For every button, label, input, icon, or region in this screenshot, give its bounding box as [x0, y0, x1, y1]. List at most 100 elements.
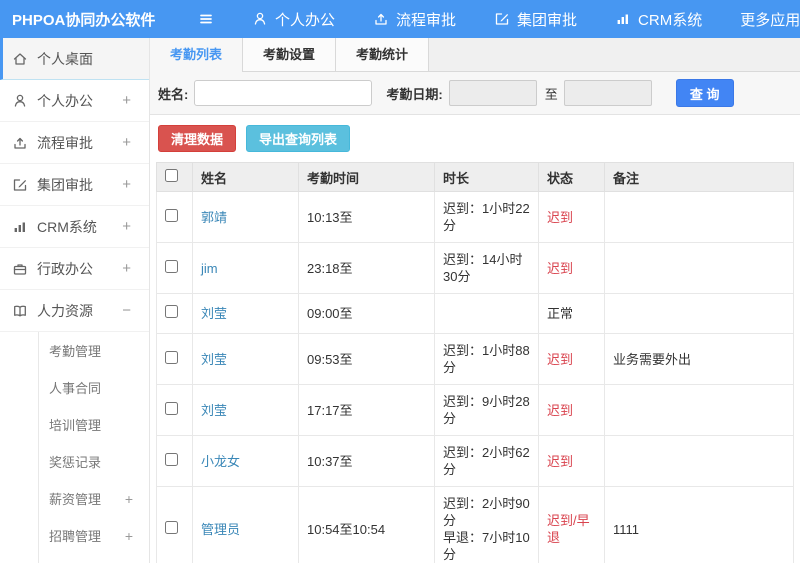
nav-item-label: 集团审批: [517, 11, 578, 29]
expand-plus-icon[interactable]: +: [122, 92, 131, 109]
attendance-time: 10:13至: [298, 191, 435, 243]
sidebar-subitem-考勤管理[interactable]: 考勤管理: [39, 332, 149, 369]
nav-item-个人办公[interactable]: 个人办公: [252, 9, 335, 30]
query-button[interactable]: 查 询: [675, 79, 734, 107]
note: 1111: [604, 486, 794, 563]
sidebar-subitem-招聘管理[interactable]: 招聘管理 +: [39, 517, 149, 554]
row-checkbox[interactable]: [165, 350, 178, 364]
column-header-姓名: 姓名: [192, 162, 299, 192]
sidebar-item-流程审批[interactable]: 流程审批 +: [0, 122, 149, 164]
nav-item-流程审批[interactable]: 流程审批: [373, 9, 456, 30]
employee-name-link[interactable]: 小龙女: [201, 454, 240, 469]
sidebar-item-CRM系统[interactable]: CRM系统 +: [0, 206, 149, 248]
attendance-time: 10:54至10:54: [298, 486, 435, 563]
submenu-人力资源: 考勤管理人事合同培训管理奖惩记录薪资管理+招聘管理+人事管理+基础类别设置+: [38, 332, 149, 563]
duration: 迟到：2小时62分: [434, 435, 539, 487]
chart-icon: [615, 11, 631, 27]
employee-name-link[interactable]: 管理员: [201, 522, 240, 537]
employee-name-link[interactable]: jim: [201, 261, 218, 276]
top-nav: 个人办公 流程审批 集团审批 CRM系统 更多应用: [214, 9, 800, 30]
sidebar-item-个人办公[interactable]: 个人办公 +: [0, 80, 149, 122]
sidebar-subitem-人事合同[interactable]: 人事合同: [39, 369, 149, 406]
table-row: 刘莹 09:00至 正常: [156, 293, 794, 334]
sidebar-subitem-label: 考勤管理: [49, 344, 102, 359]
menu-toggle-button[interactable]: [198, 11, 214, 27]
tab-考勤列表[interactable]: 考勤列表: [150, 38, 244, 72]
sidebar-subitem-label: 培训管理: [49, 418, 102, 433]
sidebar-item-label: 集团审批: [37, 176, 93, 193]
sidebar-item-label: 流程审批: [37, 134, 93, 151]
duration: 迟到：14小时30分: [434, 242, 539, 294]
duration: 迟到：2小时90分 早退：7小时10分: [434, 486, 539, 563]
nav-item-label: 个人办公: [275, 11, 336, 29]
attendance-time: 09:00至: [298, 293, 435, 334]
duration: [434, 293, 539, 334]
row-checkbox[interactable]: [165, 401, 178, 415]
row-checkbox[interactable]: [165, 259, 178, 273]
attendance-time: 10:37至: [298, 435, 435, 487]
nav-item-更多应用[interactable]: 更多应用: [740, 9, 800, 30]
person-icon: [252, 11, 268, 27]
expand-plus-icon[interactable]: +: [125, 528, 133, 544]
row-checkbox[interactable]: [165, 208, 178, 222]
column-header-备注: 备注: [604, 162, 794, 192]
table-row: 刘莹 17:17至 迟到：9小时28分 迟到: [156, 384, 794, 436]
row-checkbox[interactable]: [165, 452, 178, 466]
export-list-button[interactable]: 导出查询列表: [246, 125, 351, 152]
status-label: 正常: [538, 293, 605, 334]
sidebar-item-行政办公[interactable]: 行政办公 +: [0, 248, 149, 290]
tab-考勤设置[interactable]: 考勤设置: [243, 38, 337, 71]
date-end-input[interactable]: [563, 80, 652, 106]
employee-name-link[interactable]: 郭靖: [201, 210, 227, 225]
employee-name-link[interactable]: 刘莹: [201, 403, 227, 418]
note: 业务需要外出: [604, 333, 794, 385]
sidebar-item-label: 个人办公: [37, 92, 93, 109]
duration: 迟到：9小时28分: [434, 384, 539, 436]
sidebar-subitem-奖惩记录[interactable]: 奖惩记录: [39, 443, 149, 480]
nav-item-label: 更多应用: [740, 11, 800, 29]
sidebar: 个人桌面 个人办公 + 流程审批 + 集团审批 + CRM系统 + 行政办公 + 人力资源 − 考勤管理人…: [0, 38, 150, 563]
sidebar-item-人力资源[interactable]: 人力资源 −: [0, 290, 149, 332]
column-header-时长: 时长: [434, 162, 539, 192]
book-icon: [12, 303, 28, 319]
table-row: 管理员 10:54至10:54 迟到：2小时90分 早退：7小时10分 迟到/早退 111…: [156, 486, 794, 563]
sidebar-item-个人桌面[interactable]: 个人桌面: [0, 38, 149, 80]
sidebar-item-集团审批[interactable]: 集团审批 +: [0, 164, 149, 206]
employee-name-link[interactable]: 刘莹: [201, 306, 227, 321]
sidebar-subitem-培训管理[interactable]: 培训管理: [39, 406, 149, 443]
sidebar-item-label: CRM系统: [37, 218, 97, 235]
select-all-checkbox[interactable]: [165, 169, 178, 182]
to-label: 至: [544, 86, 558, 102]
sidebar-subitem-薪资管理[interactable]: 薪资管理 +: [39, 480, 149, 517]
row-checkbox[interactable]: [165, 520, 178, 534]
column-header-状态: 状态: [538, 162, 605, 192]
expand-plus-icon[interactable]: +: [122, 218, 131, 235]
search-bar: 姓名: 考勤日期: 至 查 询: [150, 72, 800, 115]
nav-item-CRM系统[interactable]: CRM系统: [615, 9, 702, 30]
nav-item-label: CRM系统: [638, 11, 703, 29]
note: [604, 242, 794, 294]
app-logo: PHPOA协同办公软件: [12, 11, 156, 29]
expand-plus-icon[interactable]: +: [122, 134, 131, 151]
expand-plus-icon[interactable]: +: [122, 260, 131, 277]
sidebar-item-label: 人力资源: [37, 302, 93, 319]
nav-item-集团审批[interactable]: 集团审批: [494, 9, 577, 30]
note: [604, 384, 794, 436]
sidebar-subitem-人事管理[interactable]: 人事管理+: [39, 554, 149, 563]
status-label: 迟到: [538, 191, 605, 243]
main-panel: 考勤列表 考勤设置 考勤统计 姓名: 考勤日期: 至 查 询 清理数据 导出查询列表…: [150, 38, 800, 563]
clean-data-button[interactable]: 清理数据: [158, 125, 237, 152]
expand-plus-icon[interactable]: +: [125, 491, 133, 507]
collapse-minus-icon[interactable]: −: [122, 302, 131, 319]
date-start-input[interactable]: [448, 80, 537, 106]
toolbar: 清理数据 导出查询列表: [150, 115, 800, 162]
employee-name-link[interactable]: 刘莹: [201, 352, 227, 367]
name-input[interactable]: [194, 80, 373, 106]
expand-plus-icon[interactable]: +: [122, 176, 131, 193]
table-row: jim 23:18至 迟到：14小时30分 迟到: [156, 242, 794, 294]
chart-icon: [12, 219, 28, 235]
row-checkbox[interactable]: [165, 305, 178, 318]
table-row: 小龙女 10:37至 迟到：2小时62分 迟到: [156, 435, 794, 487]
tab-考勤统计[interactable]: 考勤统计: [336, 38, 430, 71]
sidebar-subitem-label: 招聘管理: [49, 529, 102, 544]
